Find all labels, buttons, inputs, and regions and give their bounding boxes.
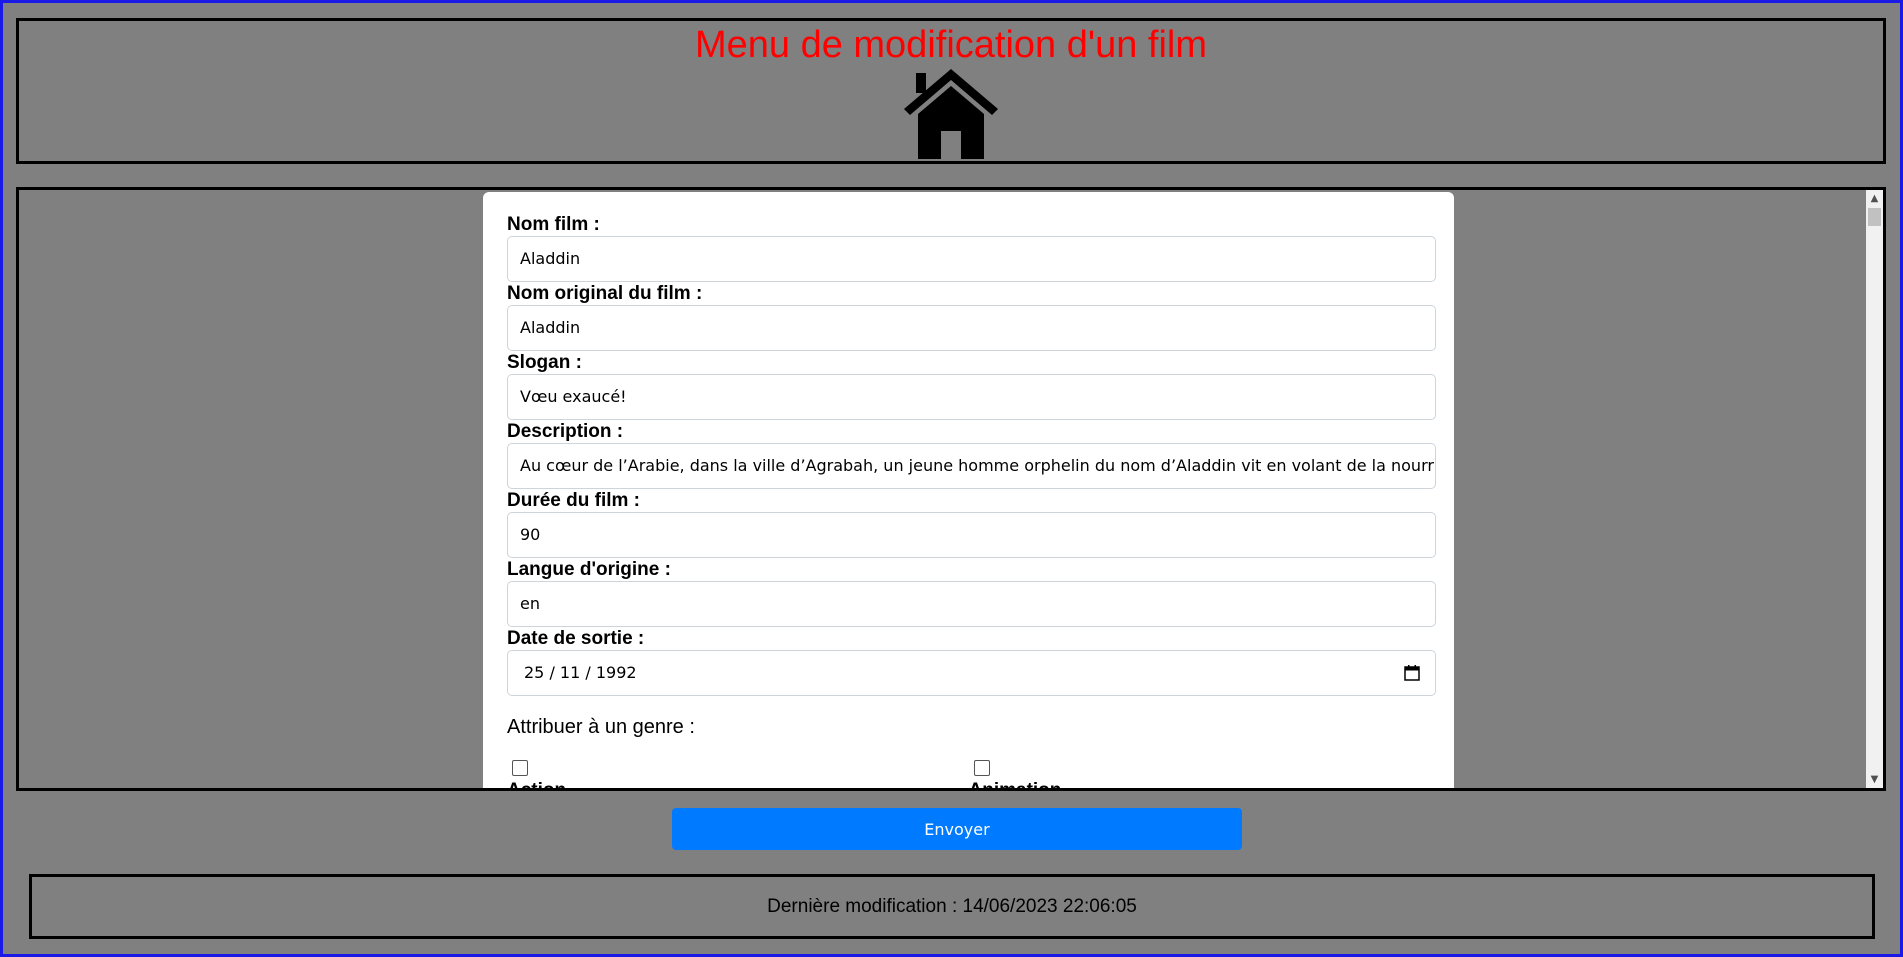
date-sortie-input[interactable]: 25 / 11 / 1992: [507, 650, 1436, 696]
nom-film-input[interactable]: Aladdin: [507, 236, 1436, 282]
field-slogan: Slogan : Vœu exaucé!: [507, 352, 1436, 420]
footer: Dernière modification : 14/06/2023 22:06…: [29, 874, 1875, 939]
field-label: Langue d'origine :: [507, 559, 671, 580]
genre-label: Animation: [968, 780, 1062, 791]
page-header: Menu de modification d'un film: [16, 18, 1886, 164]
last-modified-text: Dernière modification : 14/06/2023 22:06…: [767, 896, 1137, 917]
field-nom-original: Nom original du film : Aladdin: [507, 283, 1436, 351]
field-label: Date de sortie :: [507, 628, 645, 649]
field-date-sortie: Date de sortie : 25 / 11 / 1992: [507, 628, 1436, 696]
field-label: Nom film :: [507, 214, 600, 235]
slogan-input[interactable]: Vœu exaucé!: [507, 374, 1436, 420]
duree-input[interactable]: 90: [507, 512, 1436, 558]
langue-input[interactable]: en: [507, 581, 1436, 627]
form-container: Nom film : Aladdin Nom original du film …: [16, 187, 1886, 791]
field-nom-film: Nom film : Aladdin: [507, 214, 1436, 282]
genre-label: Action: [507, 780, 567, 791]
genre-title: Attribuer à un genre :: [507, 716, 695, 738]
genre-checkbox-action[interactable]: [512, 760, 528, 776]
field-description: Description : Au cœur de l’Arabie, dans …: [507, 421, 1436, 489]
scroll-up-icon[interactable]: ▲: [1866, 190, 1883, 207]
nom-original-input[interactable]: Aladdin: [507, 305, 1436, 351]
description-input[interactable]: Au cœur de l’Arabie, dans la ville d’Agr…: [507, 443, 1436, 489]
field-langue: Langue d'origine : en: [507, 559, 1436, 627]
submit-button[interactable]: Envoyer: [672, 808, 1242, 850]
field-label: Nom original du film :: [507, 283, 703, 304]
page-title: Menu de modification d'un film: [694, 24, 1208, 66]
genre-item: Animation: [968, 760, 1431, 791]
genre-list: Action Animation: [507, 760, 1431, 791]
edit-film-form: Nom film : Aladdin Nom original du film …: [483, 192, 1454, 791]
date-value: 25 / 11 / 1992: [524, 663, 637, 682]
field-duree: Durée du film : 90: [507, 490, 1436, 558]
scroll-thumb[interactable]: [1868, 208, 1881, 226]
field-label: Slogan :: [507, 352, 582, 373]
calendar-icon[interactable]: [1403, 664, 1421, 682]
house-icon[interactable]: [904, 69, 998, 159]
scrollbar[interactable]: ▲ ▼: [1866, 190, 1883, 788]
field-label: Durée du film :: [507, 490, 641, 511]
genre-item: Action: [507, 760, 969, 791]
field-label: Description :: [507, 421, 624, 442]
scroll-down-icon[interactable]: ▼: [1866, 771, 1883, 788]
genre-checkbox-animation[interactable]: [973, 760, 990, 776]
